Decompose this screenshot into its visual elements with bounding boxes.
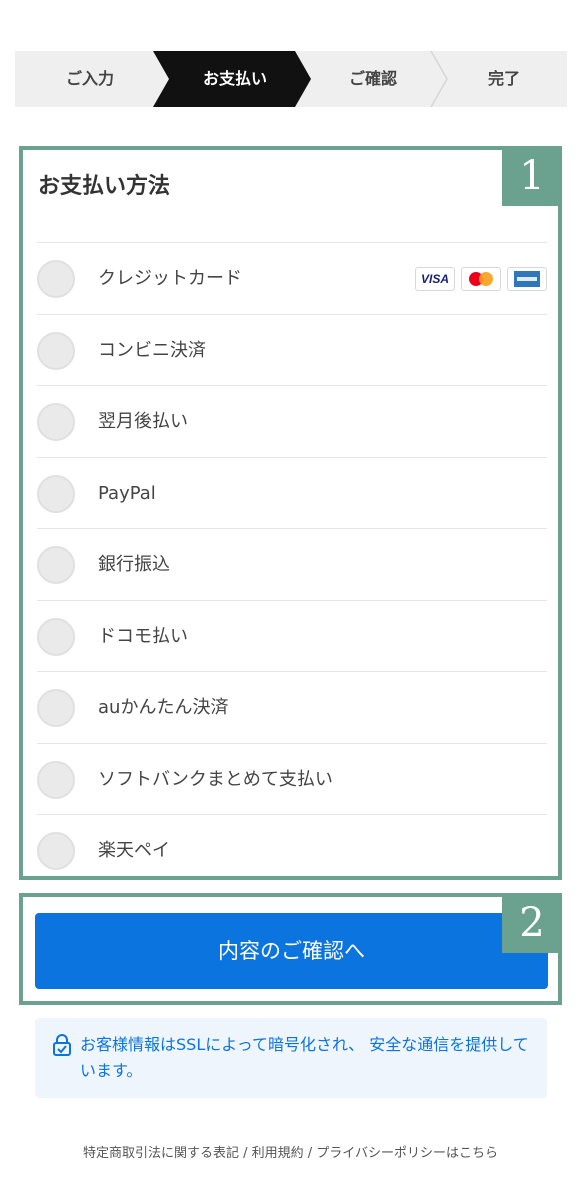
payment-option-label: auかんたん決済 bbox=[98, 697, 229, 718]
lock-icon bbox=[53, 1034, 71, 1056]
amex-icon bbox=[507, 267, 547, 291]
step-complete: 完了 bbox=[487, 69, 520, 88]
payment-option-label: PayPal bbox=[98, 482, 156, 504]
radio-button[interactable] bbox=[37, 689, 75, 727]
payment-option-label: ソフトバンクまとめて支払い bbox=[98, 768, 333, 790]
checkout-steps: ご入力 お支払い ご確認 完了 bbox=[15, 51, 567, 107]
radio-button[interactable] bbox=[37, 474, 75, 513]
confirm-order-button[interactable]: 内容のご確認へ bbox=[35, 913, 548, 989]
annotation-badge-2: 2 bbox=[502, 893, 562, 953]
payment-option-label: 銀行振込 bbox=[98, 554, 170, 575]
radio-button[interactable] bbox=[37, 546, 75, 584]
visa-icon: VISA bbox=[415, 267, 455, 291]
payment-option-au[interactable]: auかんたん決済 bbox=[37, 672, 547, 744]
payment-option-credit-card[interactable]: クレジットカード VISA bbox=[37, 243, 547, 315]
payment-option-label: ドコモ払い bbox=[98, 625, 188, 647]
payment-option-label: 翌月後払い bbox=[98, 411, 188, 432]
payment-option-label: コンビニ決済 bbox=[98, 339, 206, 361]
ssl-notice-text: お客様情報はSSLによって暗号化され、 安全な通信を提供しています。 bbox=[80, 1035, 529, 1080]
payment-option-convenience-store[interactable]: コンビニ決済 bbox=[37, 315, 547, 386]
payment-option-paypal[interactable]: PayPal bbox=[37, 458, 547, 529]
step-confirm: ご確認 bbox=[348, 69, 397, 88]
step-payment: お支払い bbox=[202, 69, 267, 88]
mastercard-icon bbox=[461, 267, 501, 291]
radio-button[interactable] bbox=[37, 760, 75, 799]
payment-method-list: クレジットカード VISA コンビニ決済 翌月後払い PayPal 銀行振込 ド… bbox=[37, 242, 547, 887]
radio-button[interactable] bbox=[37, 403, 75, 441]
payment-option-rakuten-pay[interactable]: 楽天ペイ bbox=[37, 815, 547, 887]
payment-method-panel: 1 お支払い方法 クレジットカード VISA コンビニ決済 翌月後払い PayP… bbox=[19, 146, 562, 880]
ssl-notice: お客様情報はSSLによって暗号化され、 安全な通信を提供しています。 bbox=[35, 1018, 547, 1098]
annotation-badge-1: 1 bbox=[502, 146, 562, 206]
radio-button[interactable] bbox=[37, 260, 75, 298]
confirm-section: 内容のご確認へ 2 bbox=[19, 893, 562, 1005]
payment-option-deferred[interactable]: 翌月後払い bbox=[37, 386, 547, 458]
radio-button[interactable] bbox=[37, 617, 75, 656]
payment-option-label: 楽天ペイ bbox=[98, 840, 170, 861]
payment-option-docomo[interactable]: ドコモ払い bbox=[37, 601, 547, 672]
payment-option-bank-transfer[interactable]: 銀行振込 bbox=[37, 529, 547, 601]
radio-button[interactable] bbox=[37, 331, 75, 370]
payment-option-label: クレジットカード bbox=[98, 268, 242, 289]
payment-method-title: お支払い方法 bbox=[38, 174, 171, 199]
footer-links[interactable]: 特定商取引法に関する表記 / 利用規約 / プライバシーポリシーはこちら bbox=[0, 1142, 581, 1161]
radio-button[interactable] bbox=[37, 832, 75, 870]
step-input: ご入力 bbox=[65, 69, 114, 88]
payment-option-softbank[interactable]: ソフトバンクまとめて支払い bbox=[37, 744, 547, 815]
